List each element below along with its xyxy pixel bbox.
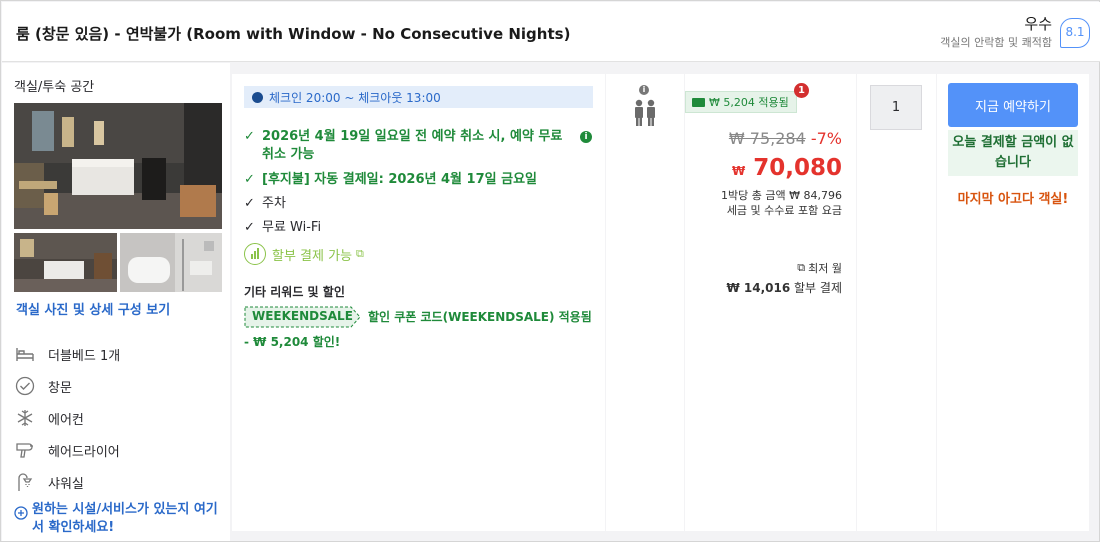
money-icon [692, 97, 705, 107]
amenity-label: 더블베드 1개 [48, 348, 121, 364]
amenity-label: 에어컨 [48, 412, 84, 428]
check-icon: ✓ [244, 196, 255, 211]
last-room-alert: 마지막 아고다 객실! [957, 192, 1069, 207]
monthly-suffix: 할부 결제 [794, 281, 842, 295]
room-title: 룸 (창문 있음) - 연박불가 (Room with Window - No … [16, 25, 571, 43]
room-photo-main[interactable] [14, 103, 222, 229]
feature-pay-later: ✓ [후지불] 자동 결제일: 2026년 4월 17일 금요일 [244, 171, 537, 189]
price-column: ₩ 5,204 적용됨 1 ₩ 75,284 -7% ₩ 70,080 1박당 … [685, 74, 856, 531]
feature-text: 무료 Wi-Fi [262, 220, 322, 235]
feature-text: 2026년 4월 19일 일요일 전 예약 취소 시, 예약 무료 취소 가능 [262, 129, 563, 162]
plus-circle-icon [14, 501, 32, 537]
external-link-icon: ⧉ [356, 247, 364, 260]
amenity-bed: 더블베드 1개 [14, 343, 120, 365]
hairdryer-icon [14, 439, 36, 461]
room-info-column: 객실/투숙 공간 객실 사진 및 상세 구성 보기 더블베드 1개 창문 에어컨… [2, 63, 230, 541]
original-price: ₩ 75,284 [728, 129, 806, 148]
final-price: 70,080 [753, 155, 842, 181]
room-quantity-select[interactable]: 1 [870, 85, 922, 130]
clock-icon [252, 91, 263, 103]
room-photo-thumb-1[interactable] [14, 233, 117, 292]
check-icon: ✓ [244, 172, 255, 187]
snowflake-icon [14, 407, 36, 429]
amenity-shower: 샤워실 [14, 471, 84, 493]
final-price-line: ₩ 70,080 [732, 155, 842, 181]
feature-wifi: ✓ 무료 Wi-Fi [244, 219, 321, 237]
feature-text: 주차 [262, 196, 286, 211]
coupon-applied-text: 할인 쿠폰 코드(WEEKENDSALE) 적용됨 [368, 310, 592, 324]
rating-subtitle: 객실의 안락함 및 쾌적함 [940, 36, 1052, 49]
room-benefits-column: 체크인 20:00 ~ 체크아웃 13:00 ✓ 2026년 4월 19일 일요… [232, 74, 605, 531]
room-card: 룸 (창문 있음) - 연박불가 (Room with Window - No … [0, 0, 1100, 542]
room-photo-thumb-2[interactable] [120, 233, 222, 292]
tax-note: 세금 및 수수료 포함 요금 [726, 204, 842, 217]
price-details: 1박당 총 금액 ₩ 84,796 세금 및 수수료 포함 요금 [721, 188, 842, 218]
feature-text: [후지불] 자동 결제일: 2026년 4월 17일 금요일 [262, 172, 537, 187]
amenity-window: 창문 [14, 375, 72, 397]
amenity-label: 창문 [48, 380, 72, 396]
room-photos-link[interactable]: 객실 사진 및 상세 구성 보기 [16, 299, 170, 318]
room-header: 룸 (창문 있음) - 연박불가 (Room with Window - No … [2, 2, 1100, 62]
info-icon[interactable]: i [639, 85, 649, 95]
bar-chart-icon [244, 243, 266, 265]
booking-column: 지금 예약하기 오늘 결제할 금액이 없습니다 마지막 아고다 객실! [937, 74, 1089, 531]
room-space-title: 객실/투숙 공간 [14, 80, 95, 95]
rating-score-badge: 8.1 [1060, 18, 1090, 48]
occupancy-column: i [606, 74, 684, 531]
external-link-icon: ⧉ [797, 261, 806, 274]
shower-icon [14, 471, 36, 493]
checkin-text: 체크인 20:00 ~ 체크아웃 13:00 [269, 90, 441, 105]
check-icon: ✓ [244, 129, 255, 144]
amenity-label: 헤어드라이어 [48, 444, 120, 460]
window-check-icon [14, 375, 36, 397]
amenity-aircon: 에어컨 [14, 407, 84, 429]
per-night-total: 1박당 총 금액 ₩ 84,796 [721, 189, 842, 202]
monthly-label-line[interactable]: ⧉ 최저 월 [797, 260, 842, 276]
info-icon[interactable]: i [580, 131, 592, 143]
amenity-hairdryer: 헤어드라이어 [14, 439, 120, 461]
coupon-tag: WEEKENDSALE [244, 306, 362, 328]
saving-text: ₩ 5,204 적용됨 [709, 96, 789, 109]
book-now-button[interactable]: 지금 예약하기 [948, 83, 1078, 127]
rewards-title: 기타 리워드 및 할인 [244, 285, 345, 299]
currency-symbol: ₩ [731, 164, 746, 178]
check-icon: ✓ [244, 220, 255, 235]
monthly-label: 최저 월 [808, 262, 842, 275]
monthly-amount-line: ₩ 14,016 할부 결제 [726, 279, 842, 296]
notification-badge: 1 [794, 83, 809, 98]
feature-free-cancellation: ✓ 2026년 4월 19일 일요일 전 예약 취소 시, 예약 무료 취소 가… [244, 128, 593, 164]
facility-check-link[interactable]: 원하는 시설/서비스가 있는지 여기서 확인하세요! [14, 501, 222, 537]
installment-label: 할부 결제 가능 [272, 248, 353, 264]
facility-check-label: 원하는 시설/서비스가 있는지 여기서 확인하세요! [32, 502, 218, 535]
coupon-code: WEEKENDSALE [252, 309, 353, 323]
amenity-label: 샤워실 [48, 476, 84, 492]
two-adults-icon [633, 99, 657, 131]
original-price-line: ₩ 75,284 -7% [729, 129, 842, 148]
coupon-discount-text: - ₩ 5,204 할인! [244, 335, 341, 349]
monthly-amount: ₩ 14,016 [726, 281, 791, 295]
discount-percent: -7% [810, 129, 842, 148]
pay-today-note: 오늘 결제할 금액이 없습니다 [948, 130, 1078, 176]
quantity-column: 1 [857, 74, 936, 531]
saving-badge[interactable]: ₩ 5,204 적용됨 [685, 91, 797, 113]
checkin-banner: 체크인 20:00 ~ 체크아웃 13:00 [244, 86, 593, 108]
feature-parking: ✓ 주차 [244, 195, 286, 213]
installment-option[interactable]: 할부 결제 가능 ⧉ [244, 243, 364, 265]
bed-icon [14, 343, 36, 365]
rating-word: 우수 [1024, 15, 1052, 33]
